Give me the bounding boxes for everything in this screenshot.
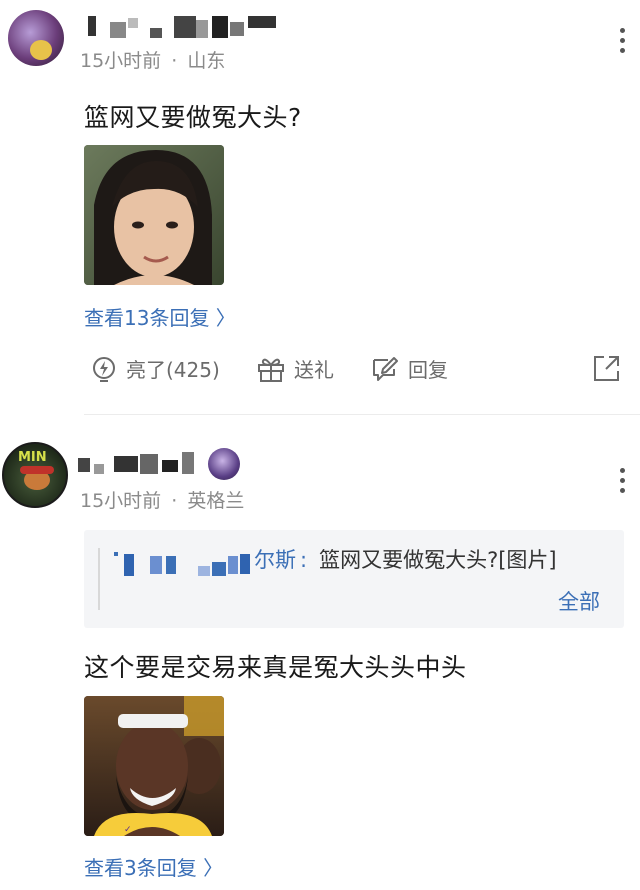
expand-full-link[interactable]: 全部 [558,586,600,616]
like-count: 亮了(425) [126,358,220,382]
lightning-bulb-icon [93,356,115,382]
comment-image[interactable] [84,145,224,285]
more-vertical-icon[interactable] [618,28,626,58]
comment-time: 15小时前 [80,490,162,512]
comment-meta: 15小时前 · 山东 [80,46,225,73]
quoted-username-suffix[interactable]: 尔斯 [254,548,296,572]
player-image: ✓ [84,696,224,836]
share-icon [594,356,619,381]
meta-separator: · [171,490,178,512]
like-button[interactable]: 亮了(425) [90,354,220,383]
comment-time: 15小时前 [80,50,162,72]
comment-location: 山东 [187,50,226,72]
portrait-image [84,145,224,285]
avatar[interactable]: MIN [2,442,68,508]
gift-button[interactable]: 送礼 [256,354,334,383]
comment-location: 英格兰 [187,490,245,512]
quote-colon: : [300,548,308,572]
view-replies-link[interactable]: 查看3条回复 〉 [84,852,223,881]
gift-label: 送礼 [294,358,334,382]
comment-text: 篮网又要做冤大头? [84,103,302,132]
comment-text: 这个要是交易来真是冤大头头中头 [84,653,467,682]
meta-separator: · [171,50,178,72]
comment-meta: 15小时前 · 英格兰 [80,486,244,513]
gift-icon [258,358,284,382]
quote-bar [98,548,100,610]
quoted-content: 篮网又要做冤大头?[图片] [319,548,557,572]
reply-button[interactable]: 回复 [370,354,448,383]
view-replies-link[interactable]: 查看13条回复 〉 [84,302,236,331]
edit-reply-icon [373,356,398,381]
divider [84,414,640,415]
username-mosaic[interactable] [78,450,206,476]
badge-icon [208,448,240,480]
avatar[interactable] [8,10,64,66]
quote-text: 尔斯: 篮网又要做冤大头?[图片] [114,544,600,576]
quoted-comment[interactable]: 尔斯: 篮网又要做冤大头?[图片] 全部 [84,530,624,628]
share-button[interactable] [592,354,630,382]
more-vertical-icon[interactable] [618,468,626,498]
svg-text:✓: ✓ [124,825,132,835]
comment-2: MIN 15小时前 · 英格兰 尔斯: 篮网又要做冤大头?[图片] 全部 这个要… [0,420,640,890]
comment-1: 15小时前 · 山东 篮网又要做冤大头? 查看13条回复 〉 亮了(425) 送… [0,0,640,420]
username-mosaic[interactable] [88,14,278,40]
comment-image[interactable]: ✓ [84,696,224,836]
reply-label: 回复 [408,358,448,382]
